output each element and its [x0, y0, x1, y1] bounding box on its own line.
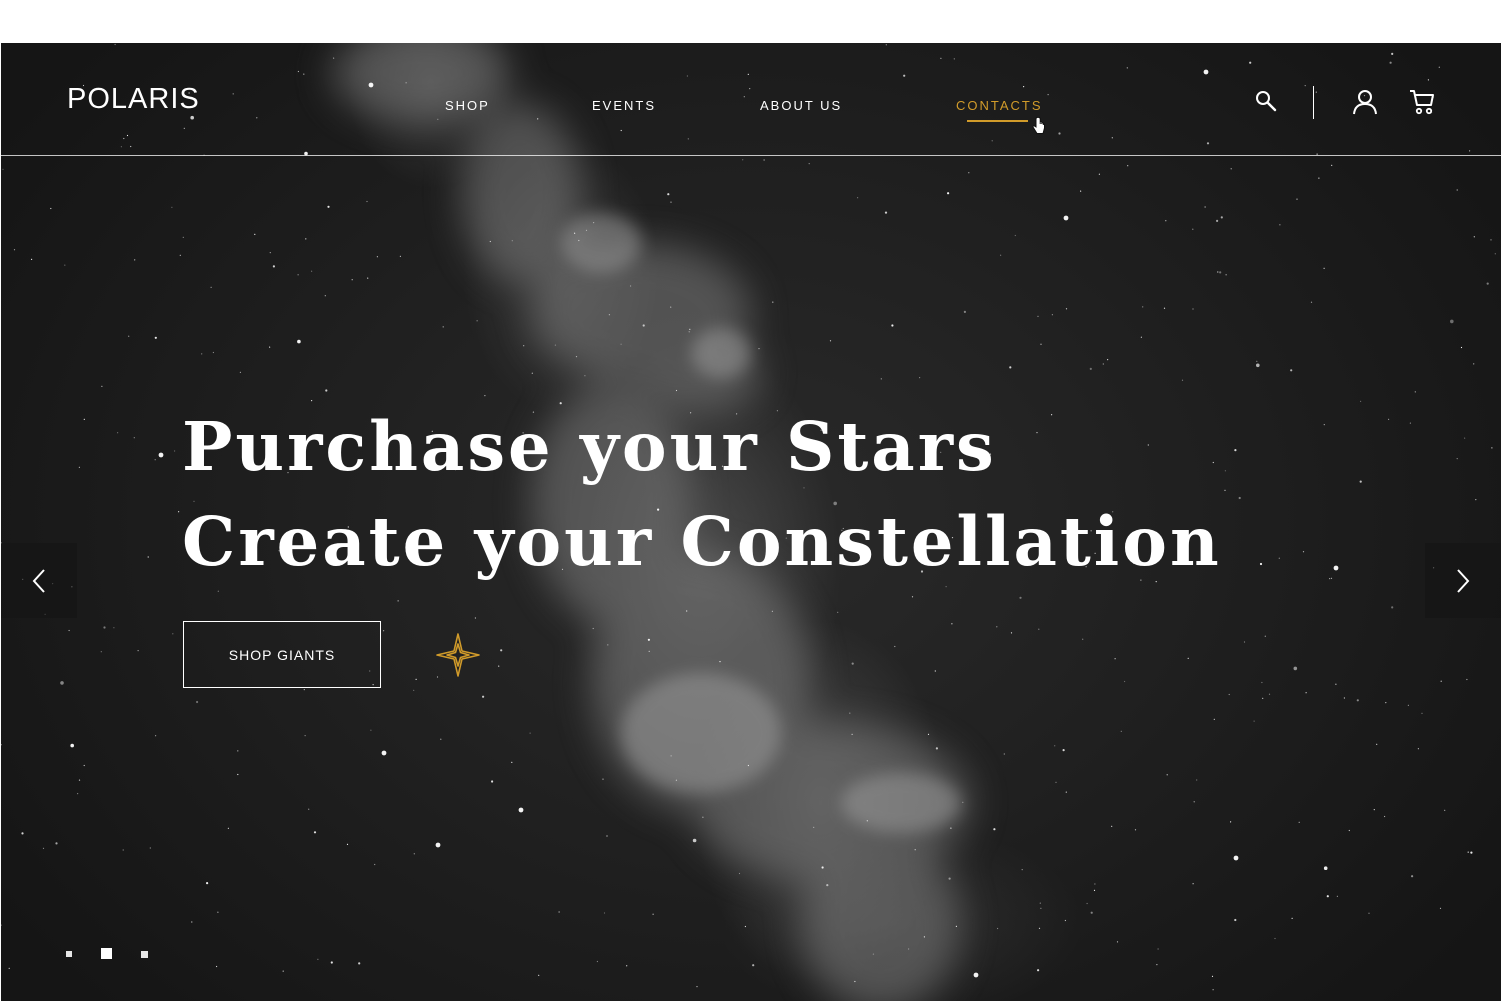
- site-header: POLARIS SHOP EVENTS ABOUT US CONTACTS: [1, 43, 1501, 156]
- logo[interactable]: POLARIS: [67, 83, 200, 116]
- user-icon[interactable]: [1351, 88, 1379, 116]
- cart-icon[interactable]: [1408, 88, 1436, 116]
- carousel-dot-3[interactable]: [141, 951, 148, 958]
- compass-star-icon: [436, 633, 480, 677]
- hero-page: POLARIS SHOP EVENTS ABOUT US CONTACTS Pu…: [1, 43, 1501, 1001]
- shop-giants-button[interactable]: SHOP GIANTS: [183, 621, 381, 688]
- chevron-left-icon: [32, 568, 45, 593]
- nav-item-shop[interactable]: SHOP: [445, 98, 490, 113]
- carousel-next-button[interactable]: [1425, 543, 1501, 618]
- hero-headline-line-1: Purchase your Stars: [182, 407, 997, 486]
- carousel-prev-button[interactable]: [1, 543, 77, 618]
- carousel-dot-1[interactable]: [66, 951, 72, 957]
- nav-item-about-us[interactable]: ABOUT US: [760, 98, 842, 113]
- header-divider: [1313, 86, 1314, 119]
- active-nav-underline: [967, 120, 1028, 122]
- hand-cursor-icon: [1032, 117, 1045, 134]
- chevron-right-icon: [1457, 568, 1470, 593]
- hero-headline-line-2: Create your Constellation: [182, 502, 1222, 581]
- search-icon[interactable]: [1255, 90, 1279, 114]
- carousel-dot-2-active[interactable]: [101, 948, 112, 959]
- nav-item-contacts[interactable]: CONTACTS: [956, 98, 1043, 113]
- nav-item-events[interactable]: EVENTS: [592, 98, 656, 113]
